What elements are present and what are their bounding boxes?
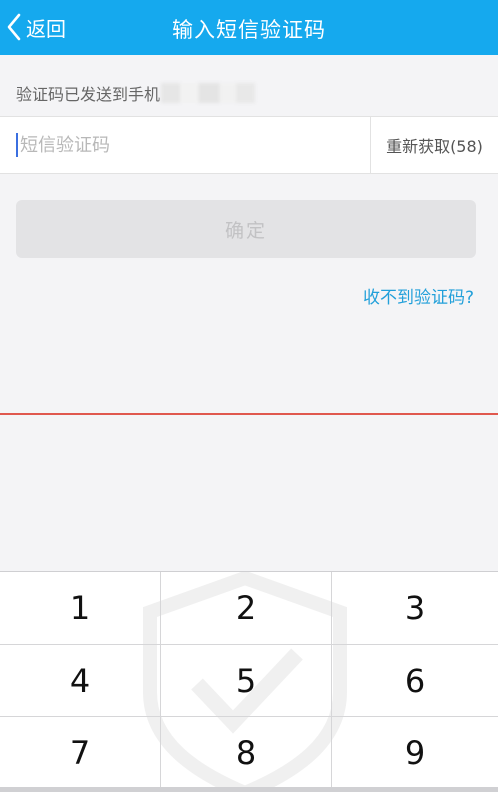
confirm-button[interactable]: 确定 [16,200,476,258]
key-8[interactable]: 8 [161,717,331,788]
keypad-bottom-edge [0,787,498,792]
key-4[interactable]: 4 [0,645,160,716]
sent-notice: 验证码已发送到手机 [16,80,256,106]
text-cursor [16,133,18,157]
key-9[interactable]: 9 [332,717,498,788]
no-code-help-link[interactable]: 收不到验证码? [363,283,474,308]
key-5[interactable]: 5 [161,645,331,716]
nav-bar: 返回 输入短信验证码 [0,0,498,55]
divider-line [0,413,498,415]
key-2[interactable]: 2 [161,572,331,644]
numeric-keypad: 1 2 3 4 5 6 7 8 9 [0,571,498,792]
sms-code-input[interactable] [16,117,366,173]
code-row: 重新获取(58) [0,116,498,174]
sent-notice-text: 验证码已发送到手机 [16,85,161,104]
key-6[interactable]: 6 [332,645,498,716]
masked-phone-number [161,83,256,103]
page-title: 输入短信验证码 [172,18,326,42]
key-1[interactable]: 1 [0,572,160,644]
key-7[interactable]: 7 [0,717,160,788]
resend-code-button[interactable]: 重新获取(58) [370,117,498,173]
key-3[interactable]: 3 [332,572,498,644]
